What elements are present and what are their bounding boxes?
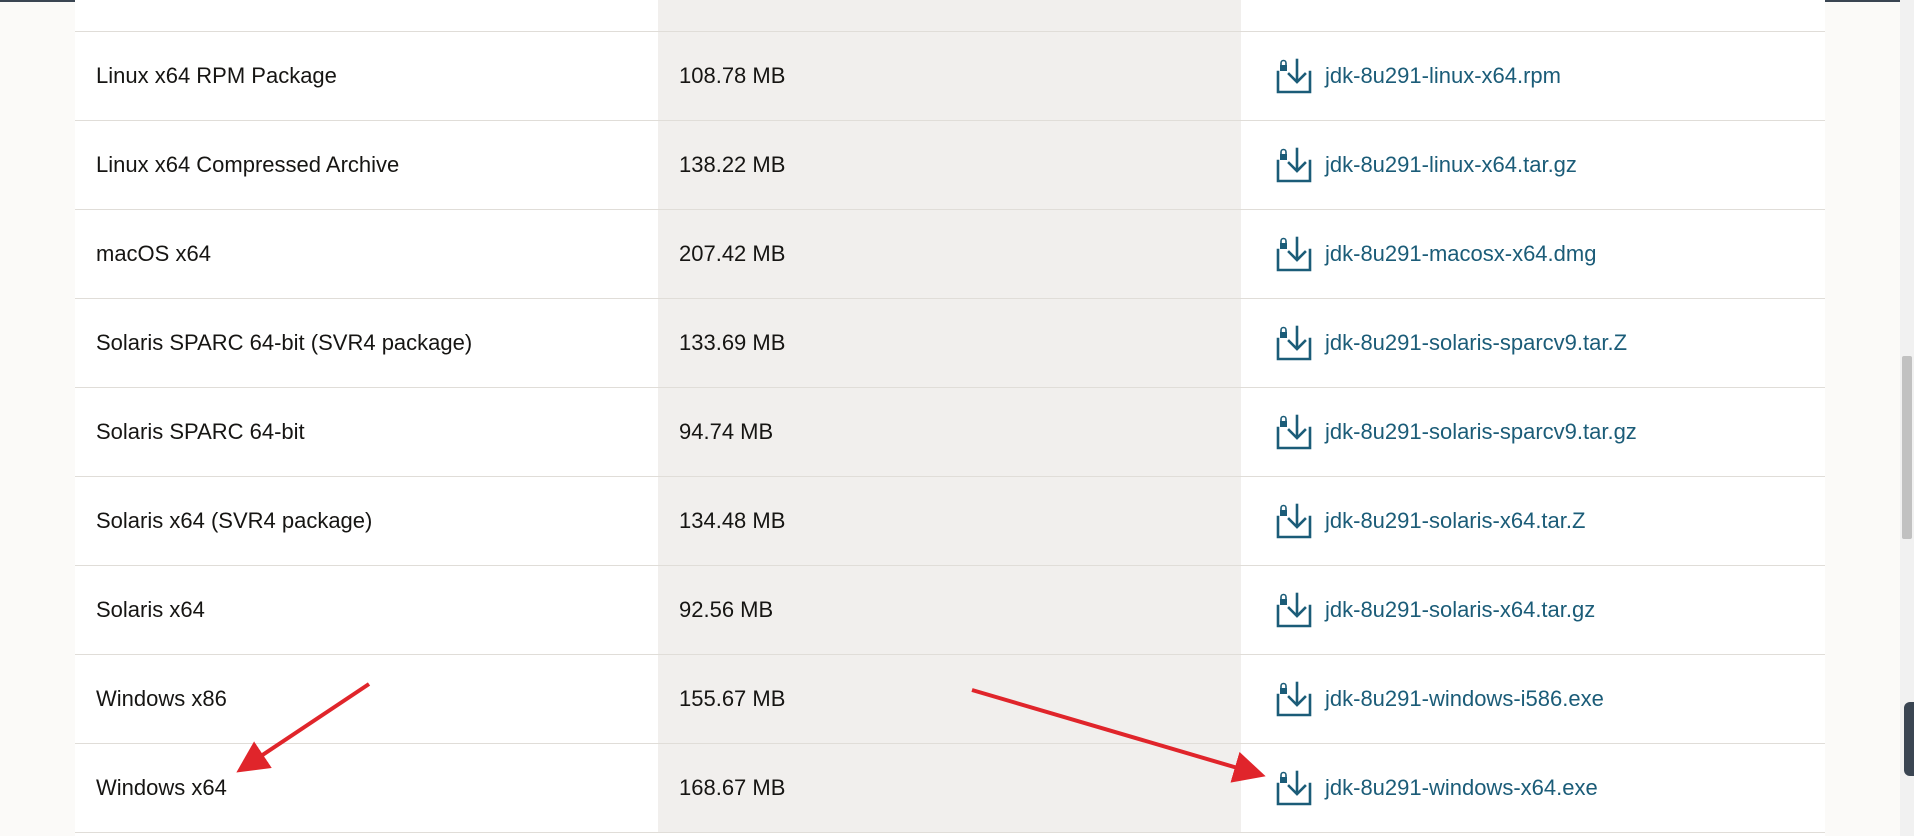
table-body: Linux x64 RPM Package 108.78 MB jdk-8u29… <box>75 32 1825 833</box>
download-filename[interactable]: jdk-8u291-solaris-sparcv9.tar.Z <box>1325 330 1627 356</box>
file-size: 134.48 MB <box>679 508 786 533</box>
download-cell: jdk-8u291-linux-x64.rpm <box>1241 32 1825 120</box>
download-icon <box>1276 503 1312 539</box>
download-filename[interactable]: jdk-8u291-linux-x64.rpm <box>1325 63 1561 89</box>
size-cell: 92.56 MB <box>658 566 1241 654</box>
scrollbar-thumb[interactable] <box>1902 356 1912 539</box>
download-icon <box>1276 770 1312 806</box>
product-cell: Solaris SPARC 64-bit (SVR4 package) <box>75 299 658 387</box>
download-filename[interactable]: jdk-8u291-windows-x64.exe <box>1325 775 1598 801</box>
download-link[interactable]: jdk-8u291-linux-x64.tar.gz <box>1275 146 1577 184</box>
product-name: Linux x64 Compressed Archive <box>96 152 400 177</box>
download-cell: jdk-8u291-solaris-sparcv9.tar.gz <box>1241 388 1825 476</box>
file-size: 138.22 MB <box>679 152 786 177</box>
size-cell: 207.42 MB <box>658 210 1241 298</box>
product-cell: Windows x64 <box>75 744 658 832</box>
product-name: Solaris x64 <box>96 597 205 622</box>
download-link[interactable]: jdk-8u291-solaris-x64.tar.Z <box>1275 502 1585 540</box>
download-icon <box>1276 236 1312 272</box>
download-icon <box>1276 147 1312 183</box>
size-cell: 138.22 MB <box>658 121 1241 209</box>
download-filename[interactable]: jdk-8u291-solaris-x64.tar.gz <box>1325 597 1595 623</box>
file-size: 94.74 MB <box>679 419 774 444</box>
table-row: Solaris SPARC 64-bit 94.74 MB jdk-8u291-… <box>75 388 1825 477</box>
size-cell: 155.67 MB <box>658 655 1241 743</box>
download-filename[interactable]: jdk-8u291-linux-x64.tar.gz <box>1325 152 1577 178</box>
file-size: 133.69 MB <box>679 330 786 355</box>
file-size: 92.56 MB <box>679 597 774 622</box>
table-row: Solaris x64 (SVR4 package) 134.48 MB jdk… <box>75 477 1825 566</box>
table-row: Windows x86 155.67 MB jdk-8u291-windows-… <box>75 655 1825 744</box>
download-link[interactable]: jdk-8u291-windows-x64.exe <box>1275 769 1598 807</box>
product-cell: Linux x64 Compressed Archive <box>75 121 658 209</box>
download-link[interactable]: jdk-8u291-linux-x64.rpm <box>1275 57 1561 95</box>
download-cell: jdk-8u291-macosx-x64.dmg <box>1241 210 1825 298</box>
file-size: 108.78 MB <box>679 63 786 88</box>
product-cell: Solaris x64 (SVR4 package) <box>75 477 658 565</box>
product-name: Solaris SPARC 64-bit <box>96 419 305 444</box>
side-feedback-tab[interactable] <box>1904 702 1914 776</box>
product-cell: Linux x64 RPM Package <box>75 32 658 120</box>
download-icon <box>1276 592 1312 628</box>
file-size: 155.67 MB <box>679 686 786 711</box>
table-row: Linux x64 RPM Package 108.78 MB jdk-8u29… <box>75 32 1825 121</box>
download-link[interactable]: jdk-8u291-solaris-sparcv9.tar.Z <box>1275 324 1627 362</box>
size-cell: 94.74 MB <box>658 388 1241 476</box>
product-cell: Windows x86 <box>75 655 658 743</box>
download-icon <box>1276 414 1312 450</box>
downloads-table: Linux x64 RPM Package 108.78 MB jdk-8u29… <box>75 0 1825 836</box>
product-cell: Solaris x64 <box>75 566 658 654</box>
download-cell: jdk-8u291-solaris-x64.tar.Z <box>1241 477 1825 565</box>
download-icon <box>1276 58 1312 94</box>
size-cell: 168.67 MB <box>658 744 1241 832</box>
download-link[interactable]: jdk-8u291-solaris-x64.tar.gz <box>1275 591 1595 629</box>
table-top-spacer <box>75 0 1825 32</box>
download-icon <box>1276 325 1312 361</box>
download-cell: jdk-8u291-windows-x64.exe <box>1241 744 1825 832</box>
product-name: Windows x64 <box>96 775 227 800</box>
table-row: Solaris SPARC 64-bit (SVR4 package) 133.… <box>75 299 1825 388</box>
download-filename[interactable]: jdk-8u291-solaris-sparcv9.tar.gz <box>1325 419 1637 445</box>
file-size: 207.42 MB <box>679 241 786 266</box>
download-cell: jdk-8u291-solaris-x64.tar.gz <box>1241 566 1825 654</box>
file-size: 168.67 MB <box>679 775 786 800</box>
product-name: macOS x64 <box>96 241 211 266</box>
table-row: macOS x64 207.42 MB jdk-8u291-macosx-x64… <box>75 210 1825 299</box>
download-link[interactable]: jdk-8u291-windows-i586.exe <box>1275 680 1604 718</box>
download-filename[interactable]: jdk-8u291-solaris-x64.tar.Z <box>1325 508 1585 534</box>
size-cell: 133.69 MB <box>658 299 1241 387</box>
product-name: Windows x86 <box>96 686 227 711</box>
download-filename[interactable]: jdk-8u291-windows-i586.exe <box>1325 686 1604 712</box>
download-cell: jdk-8u291-solaris-sparcv9.tar.Z <box>1241 299 1825 387</box>
download-cell: jdk-8u291-windows-i586.exe <box>1241 655 1825 743</box>
download-filename[interactable]: jdk-8u291-macosx-x64.dmg <box>1325 241 1596 267</box>
size-cell: 108.78 MB <box>658 32 1241 120</box>
product-name: Linux x64 RPM Package <box>96 63 337 88</box>
download-cell: jdk-8u291-linux-x64.tar.gz <box>1241 121 1825 209</box>
table-row: Linux x64 Compressed Archive 138.22 MB j… <box>75 121 1825 210</box>
product-cell: macOS x64 <box>75 210 658 298</box>
download-icon <box>1276 681 1312 717</box>
download-link[interactable]: jdk-8u291-solaris-sparcv9.tar.gz <box>1275 413 1637 451</box>
table-row: Solaris x64 92.56 MB jdk-8u291-solaris-x… <box>75 566 1825 655</box>
product-name: Solaris x64 (SVR4 package) <box>96 508 373 533</box>
product-cell: Solaris SPARC 64-bit <box>75 388 658 476</box>
download-link[interactable]: jdk-8u291-macosx-x64.dmg <box>1275 235 1596 273</box>
product-name: Solaris SPARC 64-bit (SVR4 package) <box>96 330 473 355</box>
size-cell: 134.48 MB <box>658 477 1241 565</box>
table-row: Windows x64 168.67 MB jdk-8u291-windows-… <box>75 744 1825 833</box>
